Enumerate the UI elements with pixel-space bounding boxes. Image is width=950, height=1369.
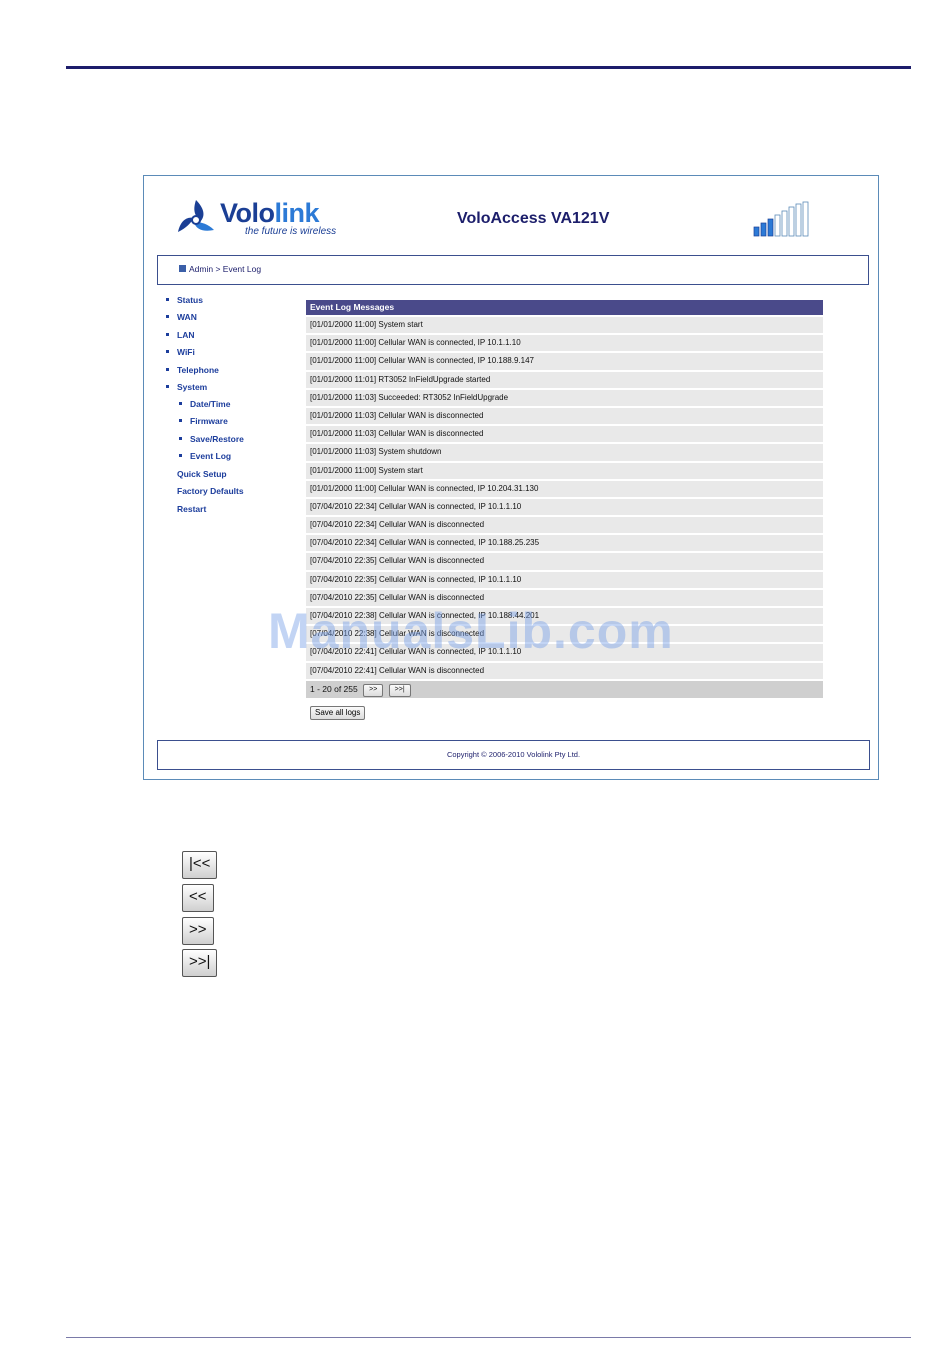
log-row: [01/01/2000 11:03] Cellular WAN is disco… [306, 407, 823, 425]
next-page-button[interactable]: >> [363, 683, 384, 697]
log-row: [01/01/2000 11:03] System shutdown [306, 444, 823, 461]
event-log-title: Event Log Messages [306, 300, 823, 315]
breadcrumb-box [157, 255, 869, 285]
signal-strength-icon [753, 201, 809, 237]
top-rule [66, 66, 911, 69]
last-page-legend-button[interactable]: >>| [182, 949, 218, 977]
bullet-icon [179, 419, 182, 422]
sidebar-item-wan[interactable]: WAN [166, 312, 197, 322]
sidebar-subitem-datetime[interactable]: Date/Time [179, 399, 230, 409]
save-all-logs-button[interactable]: Save all logs [310, 706, 366, 720]
sidebar-item-status[interactable]: Status [166, 295, 203, 305]
log-row: [01/01/2000 11:03] Cellular WAN is disco… [306, 426, 823, 443]
next-page-legend-button[interactable]: >> [182, 917, 214, 945]
bullet-icon [166, 298, 169, 301]
event-log-panel: Event Log Messages [01/01/2000 11:00] Sy… [306, 300, 823, 698]
pager-count: 1 - 20 of 255 [310, 683, 358, 694]
log-row: [07/04/2010 22:35] Cellular WAN is conne… [306, 571, 823, 588]
log-row: [07/04/2010 22:34] Cellular WAN is conne… [306, 498, 823, 516]
breadcrumb-square-icon [179, 265, 186, 272]
prev-page-legend-button[interactable]: << [182, 884, 214, 912]
log-row: [07/04/2010 22:35] Cellular WAN is disco… [306, 589, 823, 606]
log-row: [07/04/2010 22:41] Cellular WAN is disco… [306, 662, 823, 679]
sidebar-subitem-save-restore[interactable]: Save/Restore [179, 434, 244, 444]
log-row: [07/04/2010 22:35] Cellular WAN is disco… [306, 553, 823, 570]
device-title: VoloAccess VA121V [457, 210, 610, 227]
sidebar-item-lan[interactable]: LAN [166, 330, 194, 340]
brand-tagline: the future is wireless [245, 226, 337, 237]
log-row: [07/04/2010 22:38] Cellular WAN is conne… [306, 608, 823, 625]
bottom-rule [66, 1337, 911, 1338]
log-row: [01/01/2000 11:00] System start [306, 462, 823, 479]
bullet-icon [179, 402, 182, 405]
bullet-icon [166, 368, 169, 371]
sidebar-subitem-event-log[interactable]: Event Log [179, 451, 231, 461]
bullet-icon [166, 350, 169, 353]
bullet-icon [179, 437, 182, 440]
sidebar-item-factory-defaults[interactable]: Factory Defaults [177, 486, 244, 496]
bullet-icon [166, 385, 169, 388]
log-row: [01/01/2000 11:01] RT3052 InFieldUpgrade… [306, 371, 823, 388]
log-row: [01/01/2000 11:03] Succeeded: RT3052 InF… [306, 389, 823, 406]
log-row: [01/01/2000 11:00] Cellular WAN is conne… [306, 480, 823, 497]
bullet-icon [179, 454, 182, 457]
breadcrumb: Admin > Event Log [179, 264, 261, 274]
sidebar-item-quick-setup[interactable]: Quick Setup [177, 469, 227, 479]
last-page-button[interactable]: >>| [388, 683, 411, 697]
sidebar-subitem-firmware[interactable]: Firmware [179, 416, 228, 426]
sidebar-item-telephone[interactable]: Telephone [166, 365, 219, 375]
first-page-legend-button[interactable]: |<< [182, 851, 218, 879]
brand-wordmark: Vololink [220, 198, 320, 228]
copyright-text: Copyright © 2006-2010 Vololink Pty Ltd. [446, 750, 581, 759]
log-row: [07/04/2010 22:38] Cellular WAN is disco… [306, 626, 823, 643]
bullet-icon [166, 315, 169, 318]
sidebar-item-system[interactable]: System [166, 382, 207, 392]
log-row: [07/04/2010 22:34] Cellular WAN is disco… [306, 517, 823, 534]
sidebar-item-wifi[interactable]: WiFi [166, 347, 195, 357]
log-row: [01/01/2000 11:00] Cellular WAN is conne… [306, 335, 823, 352]
log-row: [07/04/2010 22:41] Cellular WAN is conne… [306, 644, 823, 661]
pager-row: 1 - 20 of 255 >> >>| [306, 680, 823, 698]
sidebar-item-restart[interactable]: Restart [177, 504, 206, 514]
bullet-icon [166, 333, 169, 336]
log-row: [01/01/2000 11:00] Cellular WAN is conne… [306, 353, 823, 370]
log-row: [07/04/2010 22:34] Cellular WAN is conne… [306, 535, 823, 552]
log-row: [01/01/2000 11:00] System start [306, 317, 823, 334]
